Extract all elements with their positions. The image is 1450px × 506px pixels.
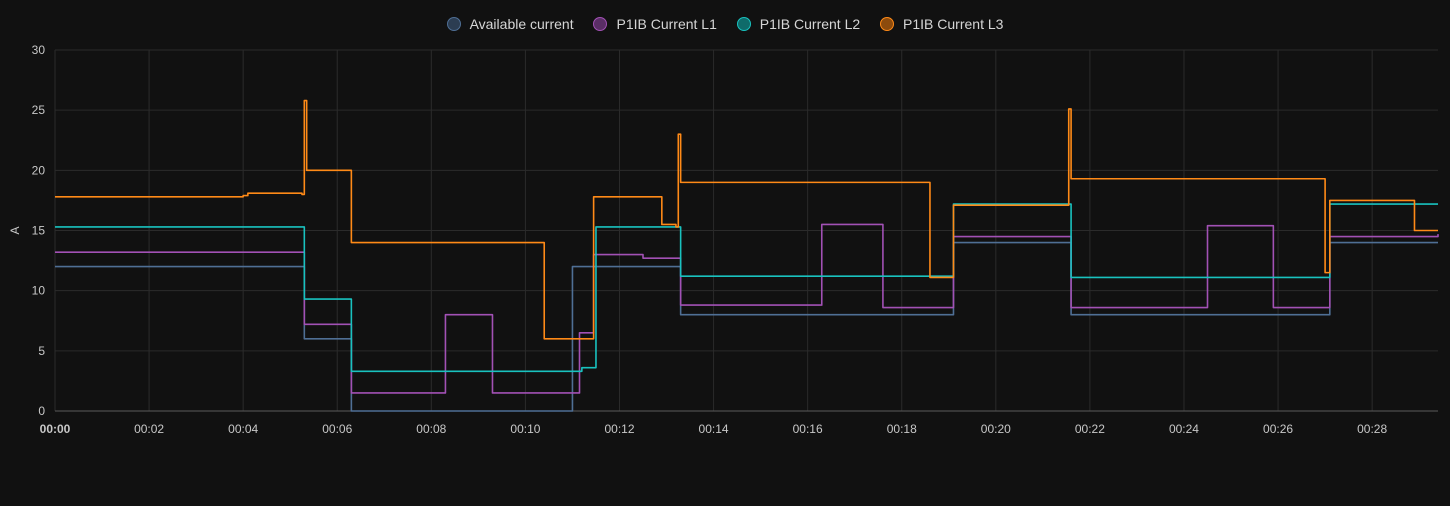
y-tick-label: 30 [32,43,46,57]
series-line-0 [55,241,1438,412]
series-line-2 [55,203,1438,373]
y-tick-label: 20 [32,163,46,177]
x-tick-label: 00:20 [981,422,1011,436]
x-tick-label: 00:22 [1075,422,1105,436]
x-tick-label: 00:02 [134,422,164,436]
y-axis-title: A [8,226,22,234]
series-line-3 [55,99,1438,340]
x-tick-label: 00:16 [793,422,823,436]
chart: Available current P1IB Current L1 P1IB C… [0,0,1450,506]
y-tick-label: 0 [38,404,45,418]
y-tick-label: 15 [32,224,46,238]
plot-area: 0 5 10 15 20 25 30 00:00 00:02 00:04 00:06 00:08 00:… [8,43,1439,436]
x-tick-label: 00:12 [604,422,634,436]
x-tick-label: 00:08 [416,422,446,436]
series-line-1 [55,223,1439,394]
x-tick-label: 00:24 [1169,422,1199,436]
y-tick-label: 25 [32,103,46,117]
x-tick-label: 00:06 [322,422,352,436]
x-tick-label: 00:28 [1357,422,1387,436]
y-tick-label: 5 [38,344,45,358]
x-tick-label: 00:10 [510,422,540,436]
y-tick-label: 10 [32,284,46,298]
x-tick-label: 00:14 [699,422,729,436]
x-tick-label: 00:18 [887,422,917,436]
x-tick-label: 00:00 [40,422,71,436]
x-tick-label: 00:26 [1263,422,1293,436]
x-tick-label: 00:04 [228,422,258,436]
